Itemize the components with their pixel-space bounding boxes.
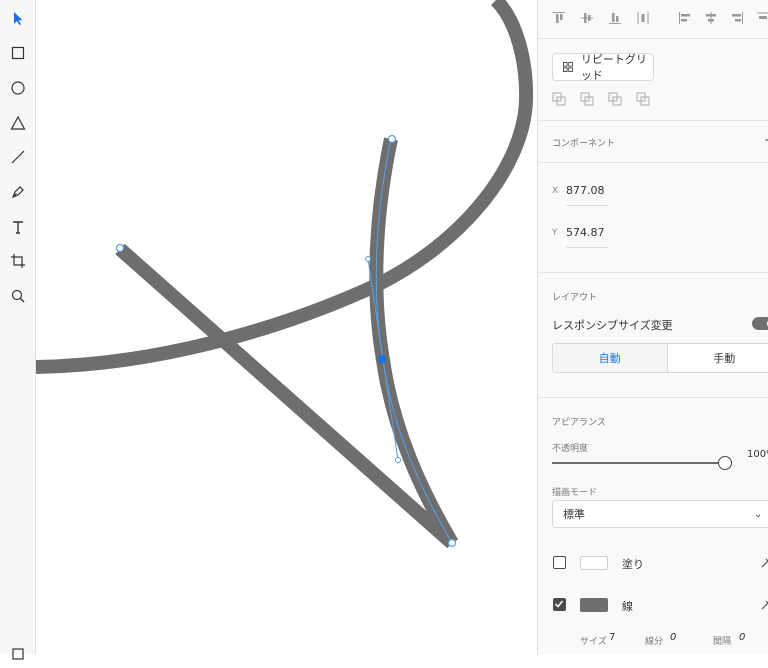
responsive-resize-label: レスポンシブサイズ変更: [552, 317, 673, 333]
zoom-icon[interactable]: [4, 282, 32, 310]
divider: [538, 38, 768, 39]
text-icon[interactable]: [4, 213, 32, 241]
appearance-section-title: アピアランス: [552, 415, 606, 428]
opacity-value[interactable]: 100%: [747, 449, 768, 460]
artboard-icon[interactable]: [4, 247, 32, 275]
stroke-size-input[interactable]: 7: [609, 632, 615, 643]
triangle-icon[interactable]: [4, 109, 32, 137]
boolean-intersect-icon[interactable]: [608, 92, 622, 106]
checkmark-icon: [554, 599, 564, 609]
anchor-point-bottom: [449, 540, 456, 547]
design-canvas[interactable]: [36, 0, 537, 654]
select-arrow-icon[interactable]: [4, 4, 32, 32]
stroke-color-swatch[interactable]: [580, 598, 608, 612]
component-section-title: コンポーネント: [552, 136, 615, 149]
divider: [538, 397, 768, 398]
bezier-handle-bottom: [396, 458, 401, 463]
align-bottom-icon[interactable]: [608, 11, 622, 25]
divider: [538, 120, 768, 121]
anchor-point-selected: [378, 355, 386, 363]
y-input[interactable]: 574.87: [566, 226, 608, 248]
fill-label: 塗り: [622, 556, 644, 572]
eyedropper-icon[interactable]: [760, 555, 768, 569]
align-top-icon[interactable]: [552, 11, 566, 25]
tool-bar: [0, 0, 36, 654]
repeat-grid-label: リピートグリッド: [581, 51, 653, 83]
canvas-artwork[interactable]: [36, 0, 537, 654]
align-middle-icon[interactable]: [580, 11, 594, 25]
dash-label: 線分: [645, 634, 663, 647]
gap-input[interactable]: 0: [739, 632, 745, 643]
dash-input[interactable]: 0: [670, 632, 676, 643]
anchor-point-left: [117, 245, 124, 252]
layers-icon[interactable]: [4, 640, 32, 668]
divider: [538, 272, 768, 273]
responsive-resize-toggle[interactable]: [752, 317, 768, 330]
rectangle-icon[interactable]: [4, 39, 32, 67]
bezier-handle-top: [366, 257, 371, 262]
property-inspector: リピートグリッド コンポーネント + X 877.08 Y 574.87 レイア…: [537, 0, 768, 654]
boolean-exclude-icon[interactable]: [636, 92, 650, 106]
auto-mode-button[interactable]: 自動: [553, 344, 668, 372]
stroke-checkbox[interactable]: [553, 598, 566, 611]
repeat-grid-icon: [563, 61, 573, 73]
anchor-point-top: [389, 136, 396, 143]
fill-color-swatch[interactable]: [580, 556, 608, 570]
add-component-button[interactable]: +: [764, 133, 768, 148]
blend-mode-label: 描画モード: [552, 485, 597, 498]
align-right-icon[interactable]: [730, 11, 744, 25]
divider: [538, 162, 768, 163]
stroke-label: 線: [622, 598, 633, 614]
x-label: X: [552, 186, 558, 196]
stroke-size-label: サイズ: [580, 634, 607, 647]
boolean-subtract-icon[interactable]: [580, 92, 594, 106]
distribute-horizontal-icon[interactable]: [756, 11, 768, 25]
align-left-icon[interactable]: [678, 11, 692, 25]
opacity-slider-track[interactable]: [552, 462, 724, 464]
layout-section-title: レイアウト: [552, 290, 597, 303]
opacity-label: 不透明度: [552, 441, 588, 454]
align-center-icon[interactable]: [704, 11, 718, 25]
ellipse-icon[interactable]: [4, 74, 32, 102]
manual-mode-button[interactable]: 手動: [668, 344, 768, 372]
eyedropper-icon[interactable]: [760, 597, 768, 611]
blend-mode-value: 標準: [563, 506, 585, 522]
repeat-grid-button[interactable]: リピートグリッド: [552, 53, 654, 81]
pen-icon[interactable]: [4, 178, 32, 206]
gap-label: 間隔: [713, 634, 731, 647]
diagonal-line-stroke: [120, 249, 452, 543]
chevron-down-icon: ⌄: [754, 509, 762, 520]
resize-mode-segmented-control: 自動 手動: [552, 343, 768, 373]
x-input[interactable]: 877.08: [566, 184, 608, 206]
opacity-slider-knob[interactable]: [718, 456, 732, 470]
boolean-add-icon[interactable]: [552, 92, 566, 106]
fill-checkbox[interactable]: [553, 556, 566, 569]
ellipse-stroke: [36, 0, 526, 367]
line-icon[interactable]: [4, 143, 32, 171]
y-label: Y: [552, 228, 558, 238]
blend-mode-select[interactable]: 標準: [552, 500, 768, 528]
distribute-vertical-icon[interactable]: [636, 11, 650, 25]
